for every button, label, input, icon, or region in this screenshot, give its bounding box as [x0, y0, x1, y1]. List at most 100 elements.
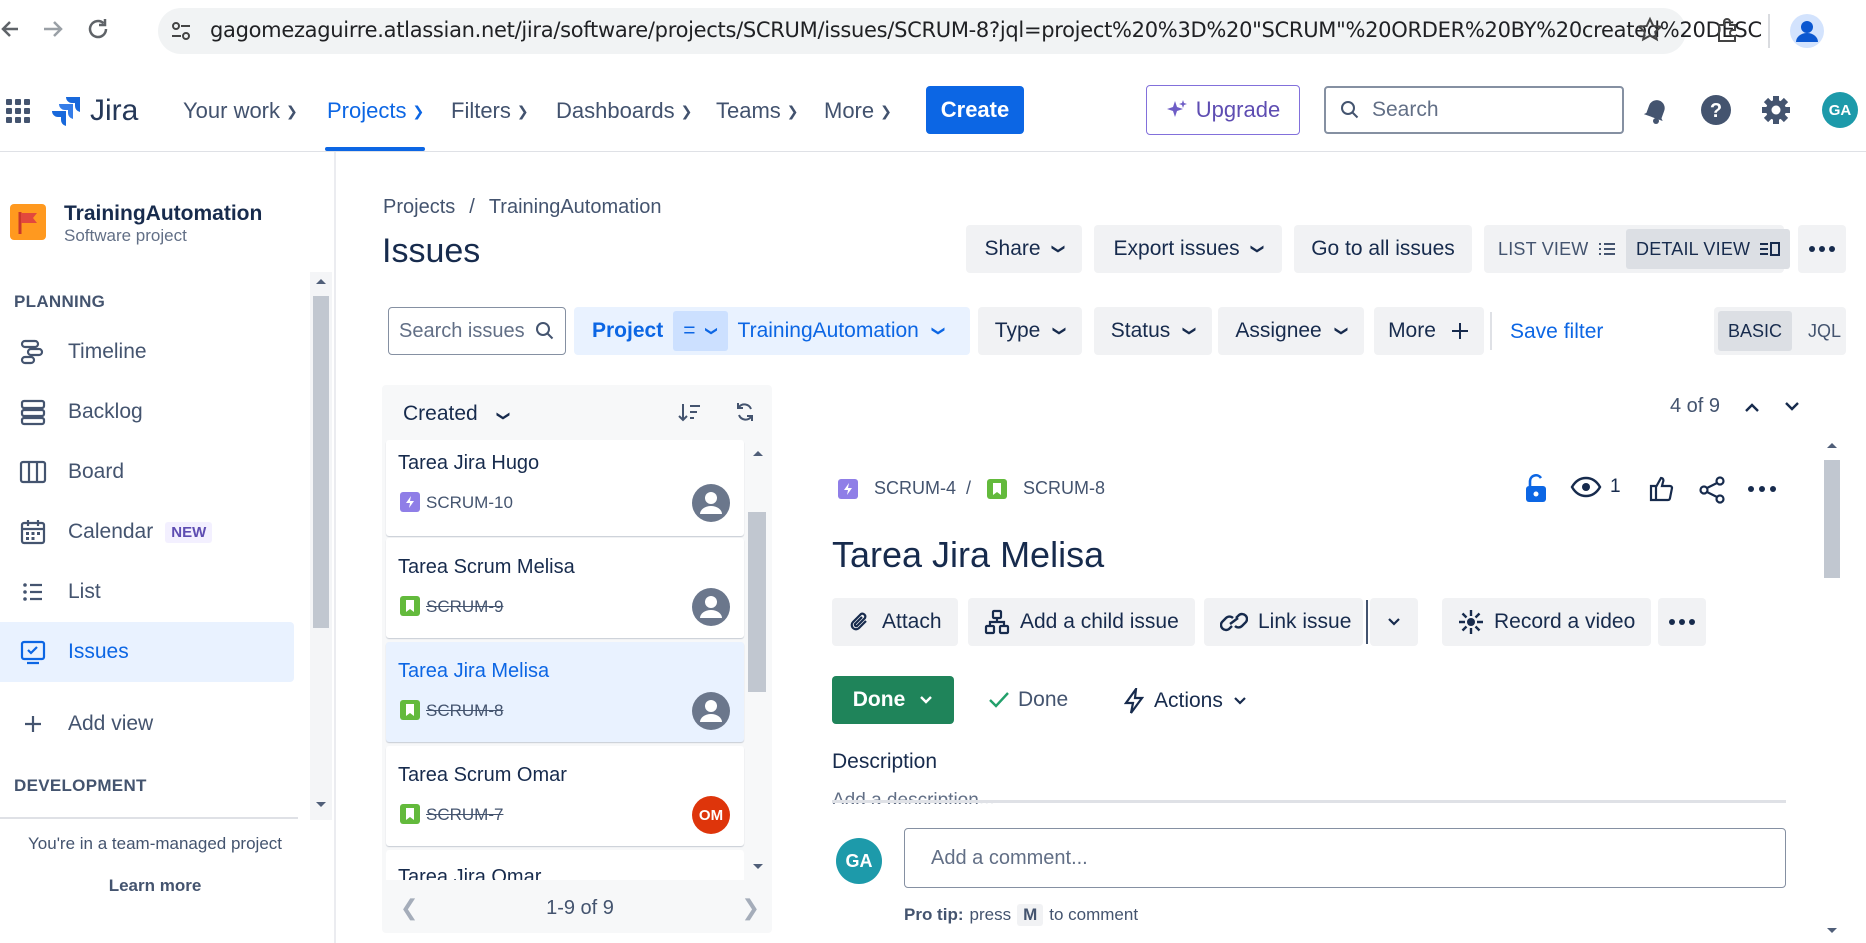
bookmark-star-icon[interactable]	[1636, 16, 1664, 44]
sidebar-scroll-thumb[interactable]	[313, 296, 329, 628]
list-item-selected[interactable]	[386, 642, 744, 742]
previous-issue-icon[interactable]	[1744, 401, 1760, 413]
refresh-icon[interactable]	[734, 401, 756, 423]
unassigned-avatar-icon[interactable]	[692, 588, 730, 626]
add-child-issue-button[interactable]: Add a child issue	[968, 598, 1195, 646]
more-actions-button[interactable]	[1798, 225, 1846, 273]
scroll-down-icon[interactable]	[751, 862, 765, 872]
more-dots-icon[interactable]	[1748, 486, 1776, 492]
extensions-icon[interactable]	[1714, 16, 1742, 44]
actions-dropdown[interactable]: Actions	[1124, 688, 1247, 714]
nav-your-work[interactable]: Your work ❯	[183, 98, 298, 124]
help-icon[interactable]: ?	[1700, 94, 1732, 126]
list-item-clipped[interactable]: Tarea Jira Omar	[386, 850, 744, 880]
detail-view-toggle[interactable]: DETAIL VIEW	[1626, 229, 1791, 269]
assignee-avatar[interactable]: OM	[692, 796, 730, 834]
project-name[interactable]: TrainingAutomation	[64, 202, 262, 226]
search-issues-input[interactable]: Search issues	[388, 307, 566, 355]
jira-logo[interactable]: Jira	[52, 94, 138, 128]
go-to-all-issues-button[interactable]: Go to all issues	[1294, 225, 1472, 273]
card-key[interactable]: SCRUM-7	[426, 805, 503, 825]
next-page-icon[interactable]: ❯	[742, 895, 760, 921]
link-issue-button[interactable]: Link issue	[1204, 598, 1364, 646]
scroll-up-icon[interactable]	[1825, 440, 1839, 450]
sidebar-item-list[interactable]: List	[0, 562, 294, 622]
save-filter-link[interactable]: Save filter	[1510, 320, 1603, 344]
card-title[interactable]: Tarea Jira Melisa	[398, 660, 549, 683]
breadcrumb-project[interactable]: TrainingAutomation	[489, 196, 662, 218]
list-item[interactable]	[386, 538, 744, 638]
nav-projects[interactable]: Projects ❯	[327, 98, 424, 124]
basic-mode-button[interactable]: BASIC	[1718, 311, 1793, 351]
assignee-filter[interactable]: Assignee ❯	[1218, 307, 1364, 355]
issue-key[interactable]: SCRUM-8	[1023, 478, 1105, 499]
like-icon[interactable]	[1648, 474, 1676, 502]
site-settings-icon[interactable]	[168, 18, 194, 44]
sidebar-item-board[interactable]: Board	[0, 442, 294, 502]
comment-input[interactable]: Add a comment...	[904, 828, 1786, 888]
watchers-button[interactable]: 1	[1570, 476, 1621, 498]
unlock-icon[interactable]	[1524, 474, 1548, 504]
sidebar-item-issues[interactable]: Issues	[0, 622, 294, 682]
card-title[interactable]: Tarea Scrum Omar	[398, 764, 567, 787]
project-filter-operator[interactable]: = ❯	[673, 311, 728, 351]
browser-profile-icon[interactable]	[1790, 14, 1824, 48]
forward-icon[interactable]	[40, 16, 66, 42]
share-button[interactable]: Share ❯	[966, 225, 1082, 273]
reload-icon[interactable]	[84, 15, 112, 43]
scroll-up-icon[interactable]	[314, 276, 328, 286]
url-text[interactable]: gagomezaguirre.atlassian.net/jira/softwa…	[210, 18, 1762, 42]
nav-dashboards[interactable]: Dashboards ❯	[556, 98, 692, 124]
back-icon[interactable]	[0, 16, 20, 42]
sidebar-item-backlog[interactable]: Backlog	[0, 382, 294, 442]
upgrade-button[interactable]: Upgrade	[1146, 85, 1300, 135]
sort-order-icon[interactable]	[678, 402, 702, 424]
sidebar-item-calendar[interactable]: Calendar NEW	[0, 502, 294, 562]
next-issue-icon[interactable]	[1784, 401, 1800, 413]
link-issue-dropdown[interactable]	[1370, 598, 1418, 646]
sort-created-button[interactable]: Created ❯	[403, 402, 511, 426]
scroll-up-icon[interactable]	[751, 448, 765, 458]
record-video-button[interactable]: Record a video	[1442, 598, 1652, 646]
global-search-input[interactable]: Search	[1324, 86, 1624, 134]
app-switcher-icon[interactable]	[6, 99, 30, 123]
attach-button[interactable]: Attach	[832, 598, 958, 646]
detail-scroll-thumb[interactable]	[1824, 460, 1840, 578]
nav-filters[interactable]: Filters ❯	[451, 98, 529, 124]
status-filter[interactable]: Status ❯	[1094, 307, 1212, 355]
create-button[interactable]: Create	[926, 86, 1024, 134]
add-view-button[interactable]: Add view	[0, 694, 294, 754]
prev-page-icon[interactable]: ❮	[400, 895, 418, 921]
learn-more-link[interactable]: Learn more	[0, 876, 310, 896]
notifications-icon[interactable]	[1640, 94, 1672, 126]
breadcrumb-projects[interactable]: Projects	[383, 196, 455, 218]
settings-gear-icon[interactable]	[1760, 94, 1792, 126]
sidebar-item-timeline[interactable]: Timeline	[0, 322, 294, 382]
unassigned-avatar-icon[interactable]	[692, 484, 730, 522]
list-item[interactable]	[386, 746, 744, 846]
status-dropdown-button[interactable]: Done	[832, 676, 954, 724]
share-icon[interactable]	[1698, 476, 1726, 504]
list-view-toggle[interactable]: LIST VIEW	[1488, 229, 1625, 269]
card-key[interactable]: SCRUM-10	[426, 493, 513, 513]
nav-more[interactable]: More ❯	[824, 98, 892, 124]
nav-teams[interactable]: Teams ❯	[716, 98, 799, 124]
project-filter[interactable]: Project = ❯ TrainingAutomation ❯	[574, 307, 970, 355]
card-title[interactable]: Tarea Jira Omar	[386, 850, 744, 880]
export-issues-button[interactable]: Export issues ❯	[1094, 225, 1282, 273]
parent-issue-key[interactable]: SCRUM-4	[874, 478, 956, 499]
card-title[interactable]: Tarea Jira Hugo	[398, 452, 539, 475]
card-title[interactable]: Tarea Scrum Melisa	[398, 556, 575, 579]
type-filter[interactable]: Type ❯	[978, 307, 1082, 355]
card-key[interactable]: SCRUM-8	[426, 701, 503, 721]
issue-title[interactable]: Tarea Jira Melisa	[832, 534, 1104, 576]
more-filters-button[interactable]: More	[1374, 307, 1484, 355]
project-avatar-icon[interactable]	[10, 204, 46, 240]
more-issue-actions-button[interactable]	[1658, 598, 1706, 646]
jql-mode-button[interactable]: JQL	[1798, 311, 1851, 351]
card-key[interactable]: SCRUM-9	[426, 597, 503, 617]
scroll-down-icon[interactable]	[1825, 926, 1839, 936]
scroll-down-icon[interactable]	[314, 800, 328, 810]
user-avatar[interactable]: GA	[1822, 92, 1858, 128]
list-scroll-thumb[interactable]	[748, 512, 766, 692]
